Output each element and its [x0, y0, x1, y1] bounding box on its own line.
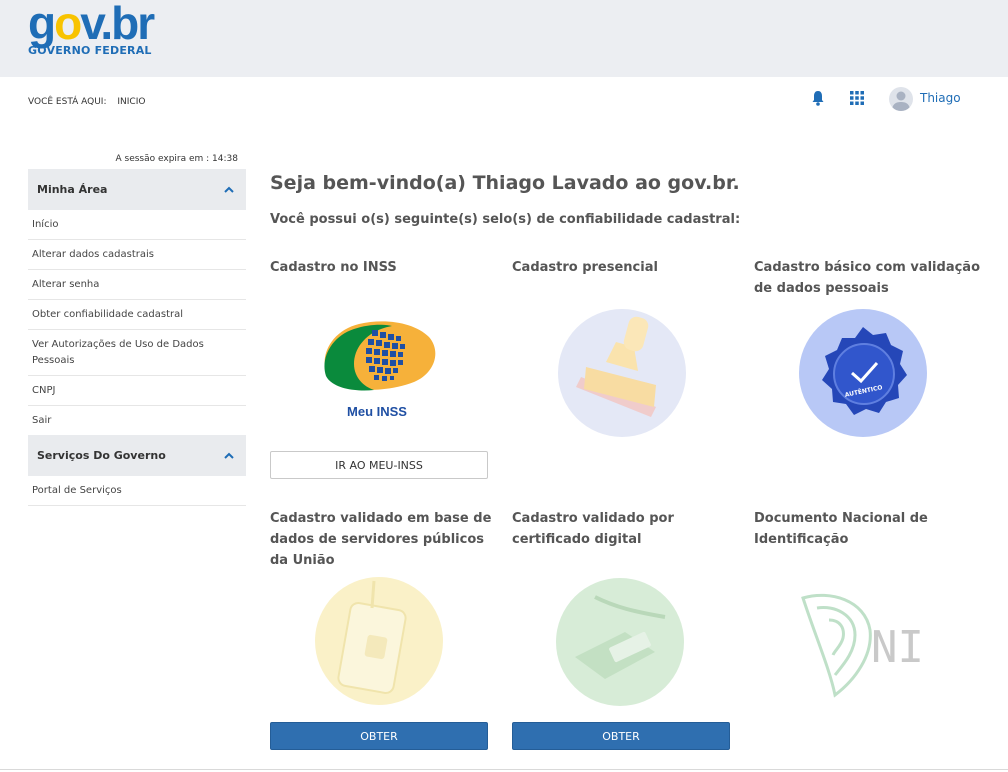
- sidebar-item-alterar-dados[interactable]: Alterar dados cadastrais: [28, 240, 246, 270]
- bell-icon[interactable]: [811, 90, 825, 106]
- footer-divider: [0, 769, 1008, 770]
- dni-logo-icon: NI: [801, 593, 924, 698]
- page-subtitle: Você possui o(s) seguinte(s) selo(s) de …: [270, 212, 741, 227]
- sidebar-section-servicos[interactable]: Serviços Do Governo: [28, 435, 246, 476]
- card-title-servidores: Cadastro validado em base de dados de se…: [270, 511, 492, 568]
- apps-grid-icon[interactable]: [850, 91, 864, 105]
- card-title-inss: Cadastro no INSS: [270, 260, 397, 275]
- logo-letters-br: br: [111, 0, 155, 49]
- sidebar-item-inicio[interactable]: Início: [28, 210, 246, 240]
- page-title: Seja bem-vindo(a) Thiago Lavado ao gov.b…: [270, 172, 740, 194]
- sidebar-item-autorizacoes[interactable]: Ver Autorizações de Uso de Dados Pessoai…: [28, 330, 246, 376]
- authentic-seal-icon: AUTÊNTICO: [799, 309, 927, 437]
- chevron-up-icon[interactable]: [224, 452, 234, 459]
- top-header: gov.br GOVERNO FEDERAL: [0, 0, 1008, 77]
- badge-id-icon: [315, 577, 443, 705]
- session-timer: A sessão expira em : 14:38: [115, 154, 239, 164]
- logo-dot: .: [100, 0, 113, 49]
- card-title-dni: Documento Nacional de Identificação: [754, 511, 928, 547]
- logo-letter-v: v: [80, 0, 102, 49]
- sidebar: Minha Área Início Alterar dados cadastra…: [28, 169, 246, 506]
- logo-letter-o: o: [54, 0, 82, 49]
- user-avatar-icon: [892, 91, 910, 111]
- sidebar-item-cnpj[interactable]: CNPJ: [28, 376, 246, 406]
- govbr-logo[interactable]: gov.br: [28, 0, 155, 49]
- sidebar-item-sair[interactable]: Sair: [28, 406, 246, 435]
- breadcrumb: VOCÊ ESTÁ AQUI: INICIO: [28, 97, 145, 107]
- usb-token-icon: [556, 578, 684, 706]
- card-title-presencial: Cadastro presencial: [512, 260, 658, 275]
- logo-letter-g: g: [28, 0, 56, 49]
- breadcrumb-label: VOCÊ ESTÁ AQUI:: [28, 97, 107, 107]
- sidebar-section-title: Serviços Do Governo: [37, 449, 166, 462]
- dni-ni-label: NI: [871, 622, 924, 673]
- username[interactable]: Thiago: [920, 91, 961, 105]
- meu-inss-label: Meu INSS: [347, 404, 407, 419]
- obter-servidores-button[interactable]: OBTER: [270, 722, 488, 750]
- sidebar-item-obter-confiabilidade[interactable]: Obter confiabilidade cadastral: [28, 300, 246, 330]
- ir-ao-meu-inss-button[interactable]: IR AO MEU-INSS: [270, 451, 488, 479]
- chevron-up-icon[interactable]: [224, 186, 234, 193]
- stamp-icon: [558, 309, 686, 437]
- sidebar-section-title: Minha Área: [37, 183, 108, 196]
- sidebar-item-alterar-senha[interactable]: Alterar senha: [28, 270, 246, 300]
- breadcrumb-current[interactable]: INICIO: [117, 97, 145, 107]
- sidebar-item-portal-servicos[interactable]: Portal de Serviços: [28, 476, 246, 506]
- sidebar-section-minha-area[interactable]: Minha Área: [28, 169, 246, 210]
- obter-certificado-button[interactable]: OBTER: [512, 722, 730, 750]
- card-title-certificado: Cadastro validado por certificado digita…: [512, 511, 674, 547]
- governo-federal-label: GOVERNO FEDERAL: [28, 44, 152, 57]
- card-title-basico: Cadastro básico com validação de dados p…: [754, 260, 981, 296]
- avatar[interactable]: [889, 87, 913, 111]
- meu-inss-logo-icon: Meu INSS: [324, 321, 436, 419]
